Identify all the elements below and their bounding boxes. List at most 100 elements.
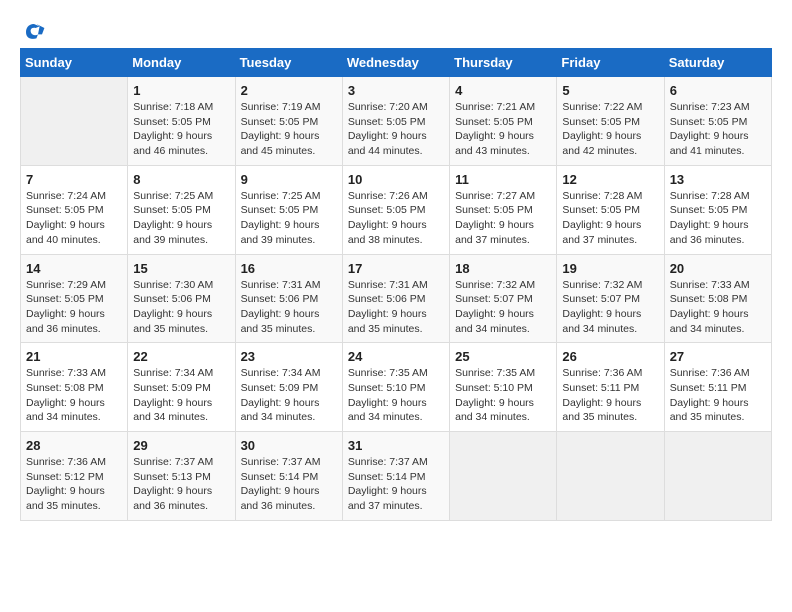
calendar-cell: 1 Sunrise: 7:18 AMSunset: 5:05 PMDaylight… <box>128 77 235 166</box>
calendar-cell: 11 Sunrise: 7:27 AMSunset: 5:05 PMDayligh… <box>450 165 557 254</box>
day-number: 18 <box>455 261 551 276</box>
day-info: Sunrise: 7:35 AMSunset: 5:10 PMDaylight:… <box>348 366 444 425</box>
day-number: 23 <box>241 349 337 364</box>
calendar-cell: 29Sunrise: 7:37 AMSunset: 5:13 PMDayligh… <box>128 432 235 521</box>
day-number: 11 <box>455 172 551 187</box>
day-number: 8 <box>133 172 229 187</box>
day-info: Sunrise: 7:26 AMSunset: 5:05 PMDaylight:… <box>348 189 444 248</box>
day-info: Sunrise: 7:18 AMSunset: 5:05 PMDaylight:… <box>133 100 229 159</box>
day-info: Sunrise: 7:22 AMSunset: 5:05 PMDaylight:… <box>562 100 658 159</box>
calendar-cell: 20 Sunrise: 7:33 AMSunset: 5:08 PMDayligh… <box>664 254 771 343</box>
day-info: Sunrise: 7:34 AMSunset: 5:09 PMDaylight:… <box>241 366 337 425</box>
day-number: 4 <box>455 83 551 98</box>
calendar-table: SundayMondayTuesdayWednesdayThursdayFrid… <box>20 48 772 521</box>
calendar-cell: 16 Sunrise: 7:31 AMSunset: 5:06 PMDayligh… <box>235 254 342 343</box>
day-number: 6 <box>670 83 766 98</box>
day-info: Sunrise: 7:36 AMSunset: 5:11 PMDaylight:… <box>562 366 658 425</box>
header <box>20 20 772 44</box>
calendar-cell: 26 Sunrise: 7:36 AMSunset: 5:11 PMDayligh… <box>557 343 664 432</box>
day-info: Sunrise: 7:21 AMSunset: 5:05 PMDaylight:… <box>455 100 551 159</box>
day-number: 25 <box>455 349 551 364</box>
calendar-cell <box>21 77 128 166</box>
calendar-cell: 17 Sunrise: 7:31 AMSunset: 5:06 PMDayligh… <box>342 254 449 343</box>
calendar-cell: 21 Sunrise: 7:33 AMSunset: 5:08 PMDayligh… <box>21 343 128 432</box>
day-number: 5 <box>562 83 658 98</box>
day-info: Sunrise: 7:37 AMSunset: 5:14 PMDaylight:… <box>241 455 337 514</box>
calendar-cell: 19Sunrise: 7:32 AMSunset: 5:07 PMDayligh… <box>557 254 664 343</box>
week-row-4: 28 Sunrise: 7:36 AMSunset: 5:12 PMDayligh… <box>21 432 772 521</box>
day-number: 12 <box>562 172 658 187</box>
day-info: Sunrise: 7:28 AMSunset: 5:05 PMDaylight:… <box>562 189 658 248</box>
day-number: 29 <box>133 438 229 453</box>
day-info: Sunrise: 7:32 AMSunset: 5:07 PMDaylight:… <box>455 278 551 337</box>
calendar-cell <box>557 432 664 521</box>
logo <box>20 20 46 44</box>
day-number: 9 <box>241 172 337 187</box>
logo-icon <box>22 20 46 44</box>
day-info: Sunrise: 7:33 AMSunset: 5:08 PMDaylight:… <box>670 278 766 337</box>
day-number: 17 <box>348 261 444 276</box>
day-info: Sunrise: 7:23 AMSunset: 5:05 PMDaylight:… <box>670 100 766 159</box>
calendar-cell <box>664 432 771 521</box>
day-info: Sunrise: 7:25 AMSunset: 5:05 PMDaylight:… <box>133 189 229 248</box>
weekday-header-friday: Friday <box>557 49 664 77</box>
day-info: Sunrise: 7:29 AMSunset: 5:05 PMDaylight:… <box>26 278 122 337</box>
day-number: 14 <box>26 261 122 276</box>
calendar-cell: 2 Sunrise: 7:19 AMSunset: 5:05 PMDaylight… <box>235 77 342 166</box>
calendar-cell: 10Sunrise: 7:26 AMSunset: 5:05 PMDayligh… <box>342 165 449 254</box>
day-number: 15 <box>133 261 229 276</box>
day-info: Sunrise: 7:31 AMSunset: 5:06 PMDaylight:… <box>348 278 444 337</box>
day-info: Sunrise: 7:20 AMSunset: 5:05 PMDaylight:… <box>348 100 444 159</box>
calendar-cell: 31 Sunrise: 7:37 AMSunset: 5:14 PMDayligh… <box>342 432 449 521</box>
day-info: Sunrise: 7:37 AMSunset: 5:14 PMDaylight:… <box>348 455 444 514</box>
calendar-cell: 25 Sunrise: 7:35 AMSunset: 5:10 PMDayligh… <box>450 343 557 432</box>
day-info: Sunrise: 7:33 AMSunset: 5:08 PMDaylight:… <box>26 366 122 425</box>
day-number: 31 <box>348 438 444 453</box>
calendar-cell: 6 Sunrise: 7:23 AMSunset: 5:05 PMDaylight… <box>664 77 771 166</box>
day-number: 2 <box>241 83 337 98</box>
calendar-cell: 12 Sunrise: 7:28 AMSunset: 5:05 PMDayligh… <box>557 165 664 254</box>
calendar-cell: 24 Sunrise: 7:35 AMSunset: 5:10 PMDayligh… <box>342 343 449 432</box>
calendar-cell: 9 Sunrise: 7:25 AMSunset: 5:05 PMDaylight… <box>235 165 342 254</box>
day-info: Sunrise: 7:35 AMSunset: 5:10 PMDaylight:… <box>455 366 551 425</box>
weekday-header-sunday: Sunday <box>21 49 128 77</box>
weekday-header-saturday: Saturday <box>664 49 771 77</box>
week-row-3: 21 Sunrise: 7:33 AMSunset: 5:08 PMDayligh… <box>21 343 772 432</box>
calendar-cell: 8 Sunrise: 7:25 AMSunset: 5:05 PMDaylight… <box>128 165 235 254</box>
weekday-header-wednesday: Wednesday <box>342 49 449 77</box>
week-row-2: 14 Sunrise: 7:29 AMSunset: 5:05 PMDayligh… <box>21 254 772 343</box>
calendar-cell <box>450 432 557 521</box>
day-info: Sunrise: 7:28 AMSunset: 5:05 PMDaylight:… <box>670 189 766 248</box>
calendar-page: SundayMondayTuesdayWednesdayThursdayFrid… <box>20 20 772 521</box>
calendar-cell: 22Sunrise: 7:34 AMSunset: 5:09 PMDayligh… <box>128 343 235 432</box>
calendar-cell: 3 Sunrise: 7:20 AMSunset: 5:05 PMDaylight… <box>342 77 449 166</box>
calendar-cell: 30 Sunrise: 7:37 AMSunset: 5:14 PMDayligh… <box>235 432 342 521</box>
week-row-0: 1 Sunrise: 7:18 AMSunset: 5:05 PMDaylight… <box>21 77 772 166</box>
day-info: Sunrise: 7:25 AMSunset: 5:05 PMDaylight:… <box>241 189 337 248</box>
day-number: 22 <box>133 349 229 364</box>
weekday-header-tuesday: Tuesday <box>235 49 342 77</box>
calendar-cell: 23 Sunrise: 7:34 AMSunset: 5:09 PMDayligh… <box>235 343 342 432</box>
day-number: 16 <box>241 261 337 276</box>
day-number: 21 <box>26 349 122 364</box>
day-number: 24 <box>348 349 444 364</box>
day-number: 30 <box>241 438 337 453</box>
day-number: 13 <box>670 172 766 187</box>
day-info: Sunrise: 7:36 AMSunset: 5:12 PMDaylight:… <box>26 455 122 514</box>
day-number: 20 <box>670 261 766 276</box>
calendar-cell: 7Sunrise: 7:24 AMSunset: 5:05 PMDaylight… <box>21 165 128 254</box>
day-info: Sunrise: 7:27 AMSunset: 5:05 PMDaylight:… <box>455 189 551 248</box>
day-number: 28 <box>26 438 122 453</box>
day-number: 26 <box>562 349 658 364</box>
day-info: Sunrise: 7:31 AMSunset: 5:06 PMDaylight:… <box>241 278 337 337</box>
week-row-1: 7Sunrise: 7:24 AMSunset: 5:05 PMDaylight… <box>21 165 772 254</box>
calendar-cell: 14 Sunrise: 7:29 AMSunset: 5:05 PMDayligh… <box>21 254 128 343</box>
calendar-cell: 13 Sunrise: 7:28 AMSunset: 5:05 PMDayligh… <box>664 165 771 254</box>
day-number: 1 <box>133 83 229 98</box>
day-info: Sunrise: 7:19 AMSunset: 5:05 PMDaylight:… <box>241 100 337 159</box>
day-info: Sunrise: 7:32 AMSunset: 5:07 PMDaylight:… <box>562 278 658 337</box>
day-number: 3 <box>348 83 444 98</box>
weekday-header-thursday: Thursday <box>450 49 557 77</box>
day-number: 27 <box>670 349 766 364</box>
weekday-header-row: SundayMondayTuesdayWednesdayThursdayFrid… <box>21 49 772 77</box>
